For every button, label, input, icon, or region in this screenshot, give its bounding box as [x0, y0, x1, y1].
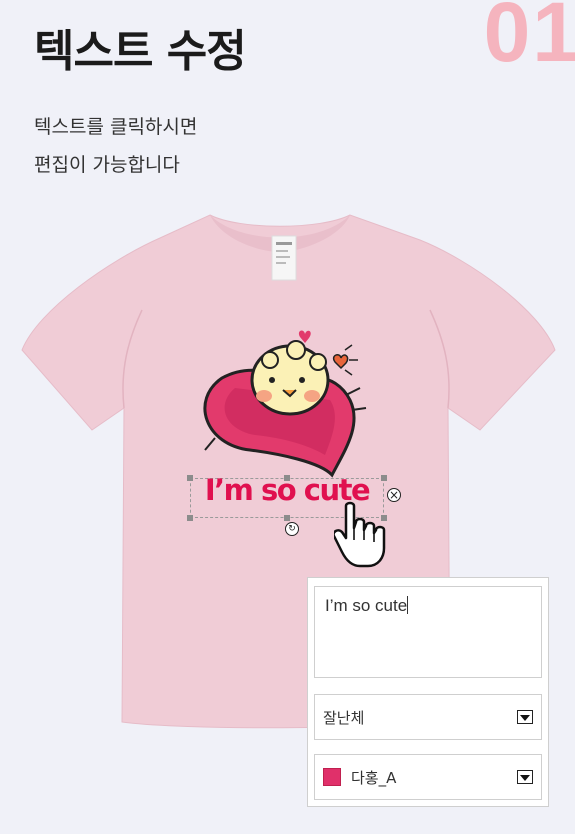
color-select-value: 다홍_A [351, 768, 397, 787]
color-swatch [323, 768, 341, 786]
step-number: 01 [483, 0, 575, 79]
resize-handle-top[interactable] [284, 475, 290, 481]
resize-handle-top-left[interactable] [187, 475, 193, 481]
dropdown-arrow-icon[interactable] [517, 710, 533, 724]
text-input[interactable]: I’m so cute [314, 586, 542, 678]
resize-handle-bottom-left[interactable] [187, 515, 193, 521]
rotate-icon[interactable]: ↻ [285, 522, 299, 536]
font-select-value: 잘난체 [323, 708, 365, 727]
hand-pointer-icon [334, 501, 386, 568]
color-select[interactable]: 다홍_A [314, 754, 542, 800]
font-select[interactable]: 잘난체 [314, 694, 542, 740]
page-title: 텍스트 수정 [34, 26, 247, 77]
description-line-1: 텍스트를 클릭하시면 [34, 116, 198, 138]
description-line-2: 편집이 가능합니다 [34, 154, 180, 176]
dropdown-arrow-icon[interactable] [517, 770, 533, 784]
text-caret [407, 596, 409, 614]
text-edit-panel: I’m so cute 잘난체 다홍_A [307, 577, 549, 807]
resize-handle-bottom[interactable] [284, 515, 290, 521]
resize-handle-top-right[interactable] [381, 475, 387, 481]
